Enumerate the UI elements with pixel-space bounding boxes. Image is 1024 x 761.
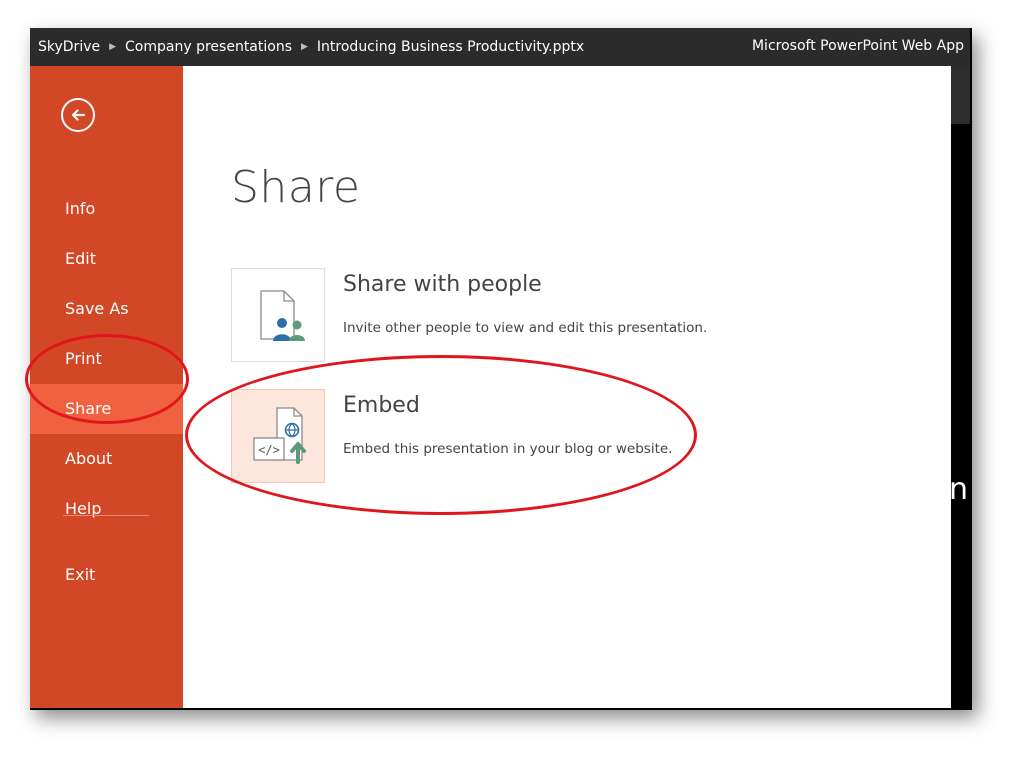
page-title: Share <box>231 162 361 213</box>
sidebar-item-help[interactable]: Help <box>30 484 183 534</box>
back-button[interactable] <box>61 98 95 132</box>
back-arrow-icon <box>71 109 86 121</box>
breadcrumb-separator-icon: ▶ <box>109 42 117 52</box>
breadcrumb: SkyDrive ▶ Company presentations ▶ Intro… <box>30 39 584 55</box>
embed-icon: </> <box>253 407 306 464</box>
sidebar-item-exit[interactable]: Exit <box>30 550 183 600</box>
background-toolbar-edge <box>951 66 970 124</box>
title-bar: SkyDrive ▶ Company presentations ▶ Intro… <box>30 28 970 66</box>
embed-tile[interactable]: </> <box>231 389 325 483</box>
share-with-people-option[interactable]: Share with people Invite other people to… <box>231 268 791 364</box>
embed-title: Embed <box>343 393 420 418</box>
share-with-people-description: Invite other people to view and edit thi… <box>343 320 708 336</box>
svg-text:</>: </> <box>258 443 280 457</box>
share-panel: Share Share with people Invite other peo… <box>183 66 951 708</box>
background-slide-text: n <box>949 472 969 507</box>
sidebar-item-edit[interactable]: Edit <box>30 234 183 284</box>
breadcrumb-skydrive[interactable]: SkyDrive <box>38 39 100 55</box>
sidebar-item-share[interactable]: Share <box>30 384 183 434</box>
breadcrumb-company-presentations[interactable]: Company presentations <box>125 39 292 55</box>
sidebar-item-info[interactable]: Info <box>30 184 183 234</box>
share-with-people-title: Share with people <box>343 272 542 297</box>
breadcrumb-separator-icon: ▶ <box>301 42 308 52</box>
app-name: Microsoft PowerPoint Web App <box>751 38 964 54</box>
breadcrumb-file-name: Introducing Business Productivity.pptx <box>316 39 585 55</box>
background-slide-edge <box>951 66 970 708</box>
sidebar-item-save-as[interactable]: Save As <box>30 284 183 334</box>
sidebar-item-about[interactable]: About <box>30 434 183 484</box>
backstage-sidebar: Info Edit Save As Print Share About Help… <box>30 66 183 708</box>
powerpoint-web-app-window: SkyDrive ▶ Company presentations ▶ Intro… <box>30 28 970 708</box>
embed-option[interactable]: </> Embed Embed this presentation in you… <box>231 389 791 485</box>
share-people-icon <box>260 290 305 341</box>
embed-description: Embed this presentation in your blog or … <box>343 441 673 457</box>
sidebar-item-print[interactable]: Print <box>30 334 183 384</box>
sidebar-divider <box>63 515 149 516</box>
share-with-people-tile[interactable] <box>231 268 325 362</box>
